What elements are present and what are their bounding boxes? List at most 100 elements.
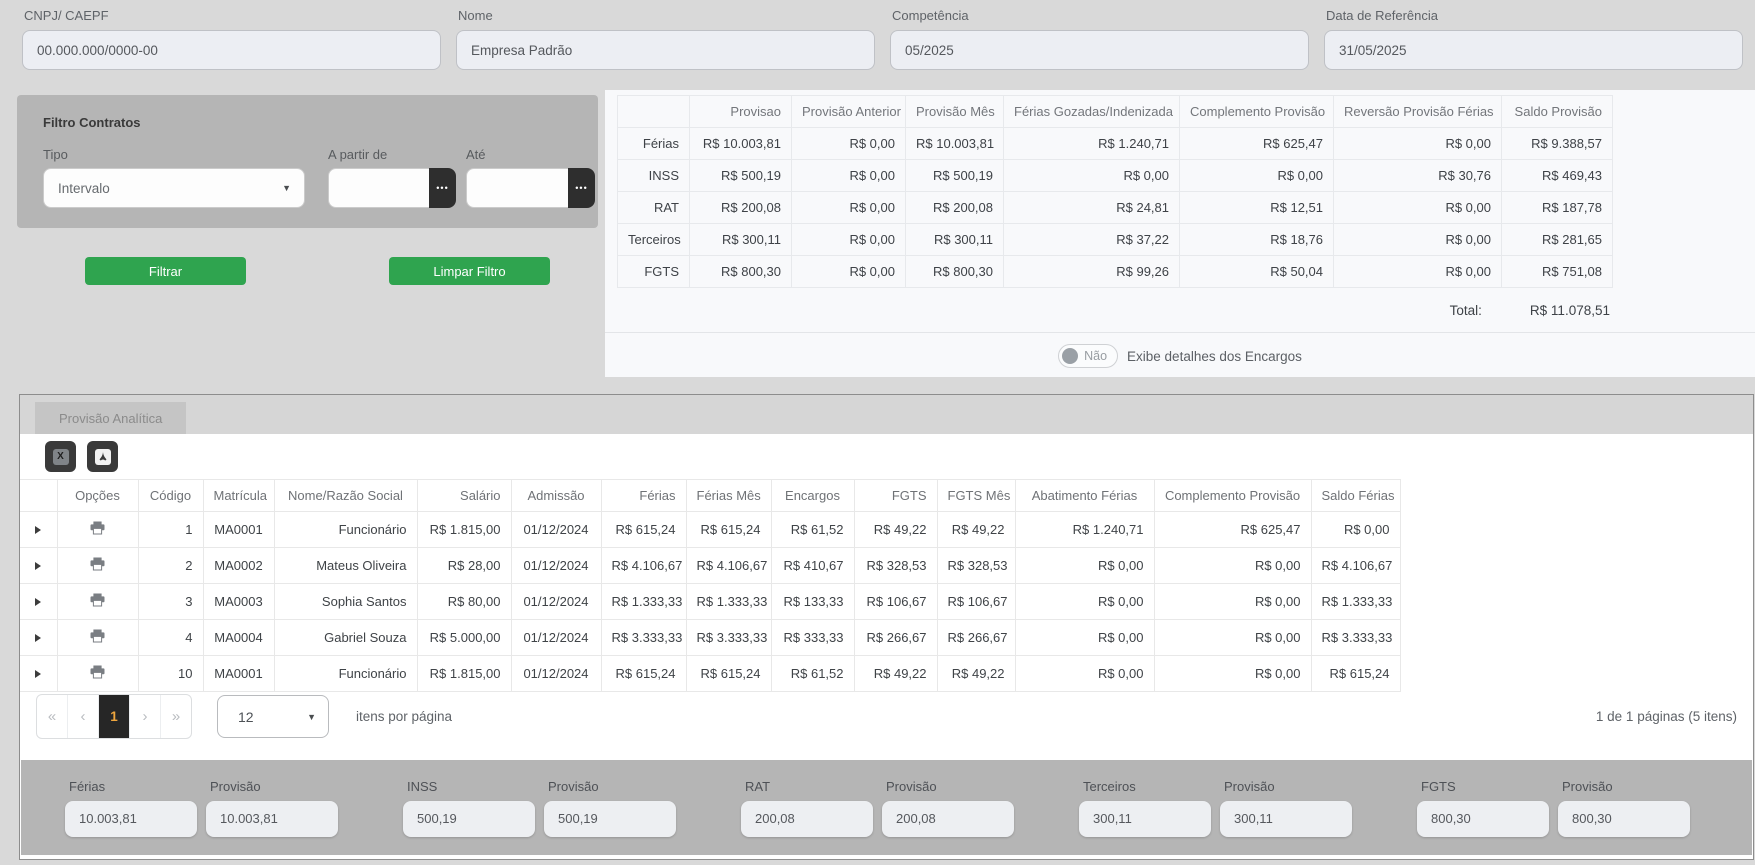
analytic-cell: R$ 0,00 [1015, 620, 1154, 656]
footer-group: Férias10.003,81Provisão10.003,81 [65, 779, 338, 837]
nome-input[interactable]: Empresa Padrão [456, 30, 875, 70]
footer-field-label: FGTS [1421, 779, 1549, 794]
analytic-col-header [20, 480, 57, 512]
cnpj-input[interactable]: 00.000.000/0000-00 [22, 30, 441, 70]
summary-cell: R$ 12,51 [1180, 192, 1334, 224]
next-page-button[interactable]: › [129, 695, 160, 738]
print-button[interactable] [90, 667, 105, 682]
expand-cell [20, 548, 57, 584]
footer-field: FGTS 800,30 [1417, 779, 1549, 837]
footer-field-input[interactable]: 800,30 [1558, 801, 1690, 837]
footer-provisao-field: Provisão 200,08 [882, 779, 1014, 837]
summary-cell: R$ 10.003,81 [906, 128, 1004, 160]
analytic-cell: R$ 625,47 [1154, 512, 1311, 548]
expand-row-icon[interactable] [35, 526, 41, 534]
footer-field-input[interactable]: 10.003,81 [206, 801, 338, 837]
options-cell [57, 656, 138, 692]
summary-cell: R$ 751,08 [1502, 256, 1613, 288]
footer-field-input[interactable]: 800,30 [1417, 801, 1549, 837]
first-page-button[interactable]: « [37, 695, 67, 738]
page: CNPJ/ CAEPF 00.000.000/0000-00 Nome Empr… [0, 0, 1755, 865]
last-page-button[interactable]: » [160, 695, 191, 738]
summary-cell: R$ 0,00 [1334, 128, 1502, 160]
analytic-table: OpçõesCódigoMatrículaNome/Razão SocialSa… [20, 479, 1753, 692]
export-buttons: X [45, 441, 118, 472]
nome-label: Nome [458, 8, 875, 23]
provision-summary-region: ProvisaoProvisão AnteriorProvisão MêsFér… [605, 90, 1755, 377]
filtrar-button[interactable]: Filtrar [85, 257, 246, 285]
footer-field-label: Provisão [548, 779, 676, 794]
footer-group: RAT200,08Provisão200,08 [741, 779, 1014, 837]
expand-cell [20, 512, 57, 548]
footer-field-label: Terceiros [1083, 779, 1211, 794]
analytic-table-body: 1MA0001FuncionárioR$ 1.815,0001/12/2024R… [20, 512, 1753, 692]
summary-cell: R$ 187,78 [1502, 192, 1613, 224]
pagination-bar: « ‹ 1 › » 12 ▼ itens por página 1 de 1 p… [36, 694, 1737, 739]
page-size-value: 12 [238, 709, 254, 725]
summary-divider [605, 332, 1755, 333]
analytic-cell: MA0001 [203, 656, 274, 692]
footer-field-label: Provisão [886, 779, 1014, 794]
analytic-cell: R$ 1.333,33 [686, 584, 771, 620]
footer-field-input[interactable]: 300,11 [1079, 801, 1211, 837]
data-referencia-input[interactable]: 31/05/2025 [1324, 30, 1743, 70]
encargos-toggle[interactable]: Não [1058, 344, 1118, 368]
summary-cell: R$ 300,11 [906, 224, 1004, 256]
summary-cell: R$ 30,76 [1334, 160, 1502, 192]
to-date-input[interactable]: ••• [466, 168, 595, 208]
analytic-cell: 01/12/2024 [511, 548, 601, 584]
from-date-picker-button[interactable]: ••• [429, 168, 456, 208]
options-cell [57, 512, 138, 548]
competencia-input[interactable]: 05/2025 [890, 30, 1309, 70]
print-button[interactable] [90, 523, 105, 538]
footer-field-input[interactable]: 300,11 [1220, 801, 1352, 837]
print-button[interactable] [90, 631, 105, 646]
summary-row: RATR$ 200,08R$ 0,00R$ 200,08R$ 24,81R$ 1… [618, 192, 1613, 224]
expand-row-icon[interactable] [35, 670, 41, 678]
to-date-picker-button[interactable]: ••• [568, 168, 595, 208]
current-page-button[interactable]: 1 [98, 695, 129, 738]
footer-field-input[interactable]: 200,08 [741, 801, 873, 837]
field-data-referencia: Data de Referência 31/05/2025 [1324, 6, 1743, 70]
summary-cell: R$ 0,00 [1004, 160, 1180, 192]
summary-cell: R$ 0,00 [792, 224, 906, 256]
expand-row-icon[interactable] [35, 562, 41, 570]
summary-row-label: RAT [618, 192, 690, 224]
expand-row-icon[interactable] [35, 634, 41, 642]
footer-group: FGTS 800,30Provisão800,30 [1417, 779, 1690, 837]
summary-col-header: Complemento Provisão [1180, 96, 1334, 128]
analytic-cell: R$ 0,00 [1154, 584, 1311, 620]
footer-provisao-field: Provisão800,30 [1558, 779, 1690, 837]
tipo-select[interactable]: Intervalo ▼ [43, 168, 305, 208]
footer-field-input[interactable]: 500,19 [544, 801, 676, 837]
export-excel-button[interactable]: X [45, 441, 76, 472]
summary-col-header: Provisão Anterior [792, 96, 906, 128]
page-size-select[interactable]: 12 ▼ [217, 695, 329, 738]
filter-title: Filtro Contratos [43, 115, 141, 130]
summary-cell: R$ 800,30 [906, 256, 1004, 288]
from-date-input[interactable]: ••• [328, 168, 456, 208]
limpar-filtro-button[interactable]: Limpar Filtro [389, 257, 550, 285]
analytic-cell: 01/12/2024 [511, 620, 601, 656]
analytic-cell: R$ 28,00 [417, 548, 511, 584]
tab-strip: Provisão Analítica [20, 395, 1753, 434]
summary-cell: R$ 0,00 [1334, 256, 1502, 288]
items-per-page-label: itens por página [356, 709, 452, 724]
footer-field-input[interactable]: 500,19 [403, 801, 535, 837]
footer-field-label: INSS [407, 779, 535, 794]
footer-field-input[interactable]: 200,08 [882, 801, 1014, 837]
expand-row-icon[interactable] [35, 598, 41, 606]
summary-cell: R$ 281,65 [1502, 224, 1613, 256]
summary-row-label: INSS [618, 160, 690, 192]
analytic-cell: R$ 49,22 [854, 512, 937, 548]
analytic-cell: MA0001 [203, 512, 274, 548]
footer-group: INSS 500,19 Provisão 500,19 [403, 779, 676, 837]
export-pdf-button[interactable] [87, 441, 118, 472]
print-button[interactable] [90, 595, 105, 610]
footer-field-input[interactable]: 10.003,81 [65, 801, 197, 837]
summary-cell: R$ 0,00 [792, 192, 906, 224]
footer-field: Férias10.003,81 [65, 779, 197, 837]
tab-provisao-analitica[interactable]: Provisão Analítica [35, 402, 186, 434]
prev-page-button[interactable]: ‹ [67, 695, 98, 738]
print-button[interactable] [90, 559, 105, 574]
